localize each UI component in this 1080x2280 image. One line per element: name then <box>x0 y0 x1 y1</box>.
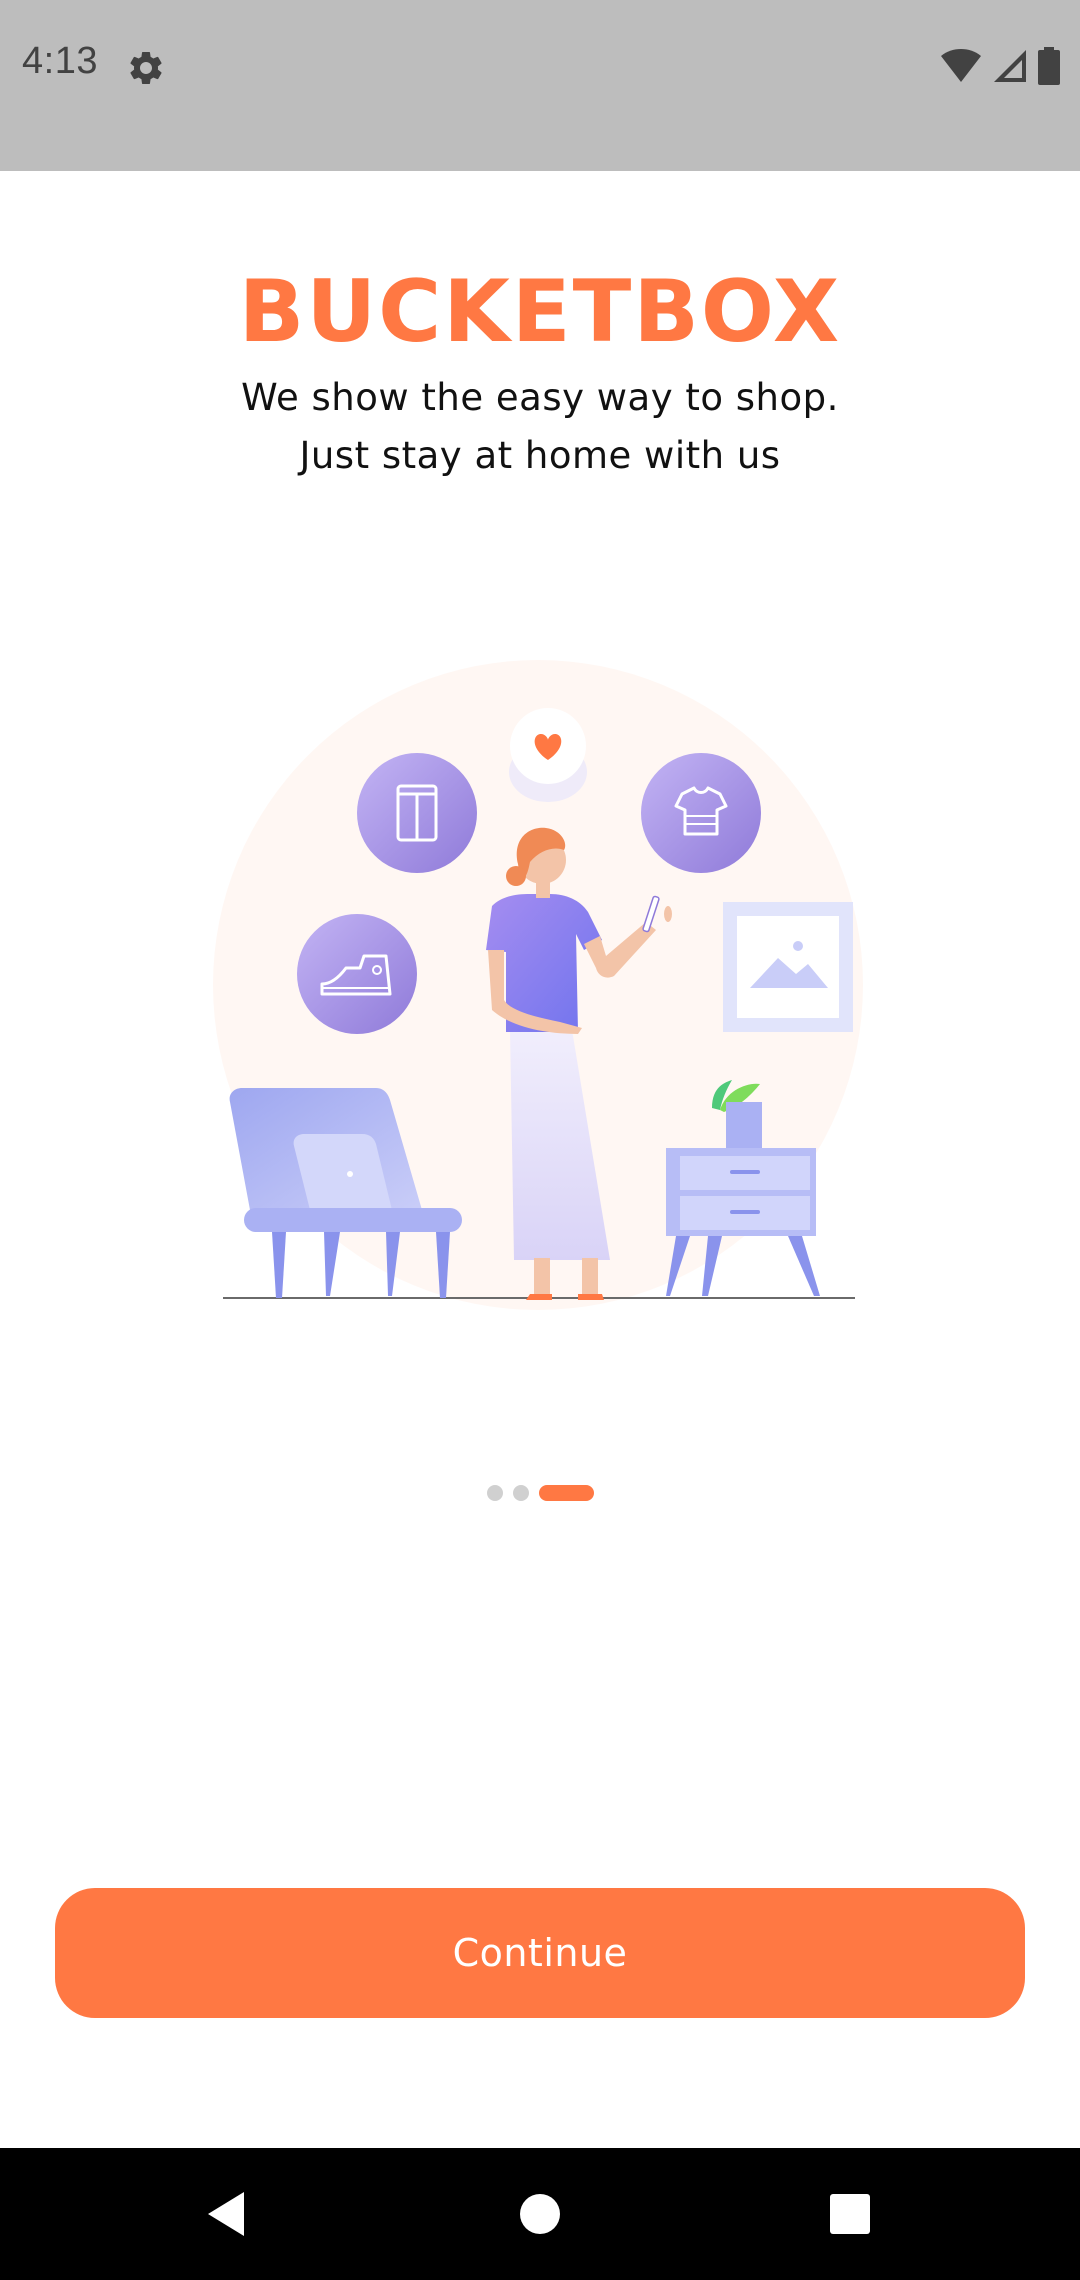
battery-icon <box>1038 47 1060 85</box>
navigation-bar <box>0 2148 1080 2280</box>
picture-frame <box>723 902 853 1032</box>
status-time: 4:13 <box>22 40 98 82</box>
wifi-icon <box>941 49 981 82</box>
shopping-illustration <box>213 660 863 1310</box>
back-button[interactable] <box>196 2184 256 2244</box>
status-bar: 4:13 <box>0 0 1080 171</box>
back-icon <box>208 2192 244 2236</box>
cell-signal-icon <box>994 50 1026 82</box>
tagline-line-2: Just stay at home with us <box>299 434 781 477</box>
page-dot-3-active <box>538 1485 594 1501</box>
page-indicator <box>0 1485 1080 1501</box>
pants-bubble-icon <box>357 753 477 873</box>
home-button[interactable] <box>510 2184 570 2244</box>
status-icons <box>940 46 1060 86</box>
recents-button[interactable] <box>820 2184 880 2244</box>
page-dot-1 <box>486 1485 503 1501</box>
home-icon <box>520 2194 560 2234</box>
brand-title: BUCKETBOX <box>238 262 842 362</box>
tagline-line-1: We show the easy way to shop. <box>241 376 839 419</box>
shirt-bubble-icon <box>641 753 761 873</box>
page-dot-2 <box>512 1485 529 1501</box>
continue-button[interactable]: Continue <box>55 1888 1025 2018</box>
onboarding-screen: 4:13 BUCKETBOX We show the easy way to s… <box>0 0 1080 2280</box>
recents-icon <box>830 2194 870 2234</box>
settings-gear-icon <box>130 51 162 84</box>
heart-bubble-icon <box>509 708 587 802</box>
sneaker-bubble-icon <box>297 914 417 1034</box>
